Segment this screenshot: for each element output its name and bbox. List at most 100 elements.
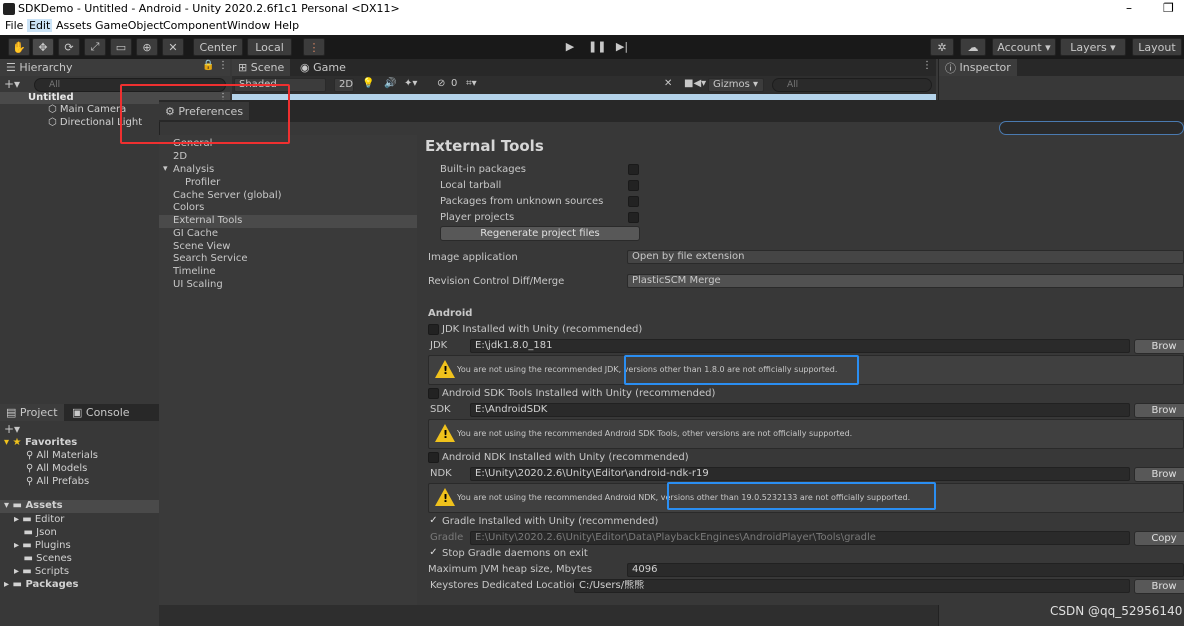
play-icon[interactable]: ▶ [562,40,578,54]
camera-icon[interactable]: ■◀▾ [684,78,706,89]
rotate-tool-icon[interactable]: ⟳ [58,38,80,56]
stop-gradle-label: Stop Gradle daemons on exit [442,548,588,559]
lock-icon[interactable]: 🔒 [202,60,214,71]
collab-icon[interactable]: ✲ [930,38,954,56]
nav-analysis[interactable]: Analysis [173,164,214,177]
tab-game[interactable]: ◉ Game [294,59,352,76]
packages-row[interactable]: ▸ ▬ Packages [4,579,78,592]
sdk-path-field[interactable]: E:\AndroidSDK [470,403,1130,417]
minimize-button[interactable]: – [1126,1,1132,15]
step-icon[interactable]: ▶| [614,40,630,54]
expand-arrow-icon[interactable]: ▾ [163,164,168,174]
tab-console[interactable]: ▣ Console [66,404,136,421]
asset-folder[interactable]: ▬ Json [14,527,57,540]
nav-ui-scaling[interactable]: UI Scaling [173,279,223,292]
account-dropdown[interactable]: Account ▾ [992,38,1056,56]
menu-assets[interactable]: Assets [54,19,94,32]
maximize-button[interactable]: ❐ [1163,1,1174,15]
hand-tool-icon[interactable]: ✋ [8,38,30,56]
menu-file[interactable]: File [3,19,25,32]
jdk-path-field[interactable]: E:\jdk1.8.0_181 [470,339,1130,353]
keystore-path-field[interactable]: C:/Users/熊熊 [574,579,1130,593]
mode-2d-button[interactable]: 2D [334,78,354,92]
nav-colors[interactable]: Colors [173,202,204,215]
gen-player-projects-checkbox[interactable] [628,212,639,223]
menu-window[interactable]: Window [225,19,272,32]
preferences-search-input[interactable] [999,121,1184,135]
nav-search-service[interactable]: Search Service [173,253,248,266]
menu-edit[interactable]: Edit [27,19,53,32]
create-asset-button[interactable]: +▾ [4,422,20,436]
favorite-item[interactable]: ⚲ All Materials [26,450,98,463]
nav-2d[interactable]: 2D [173,151,187,164]
jdk-installed-checkbox[interactable] [428,324,439,335]
favorite-item[interactable]: ⚲ All Prefabs [26,476,89,489]
hierarchy-tabbar: ☰ Hierarchy 🔒 ⋮ [0,59,230,76]
pause-icon[interactable]: ❚❚ [588,40,606,54]
stop-gradle-checkbox[interactable]: ✓ [428,548,439,559]
custom-tool-icon[interactable]: ✕ [162,38,184,56]
audio-icon[interactable]: 🔊 [384,78,396,89]
jvm-heap-field[interactable]: 4096 [627,563,1184,577]
revision-control-dropdown[interactable]: PlasticSCM Merge [627,274,1184,288]
lighting-icon[interactable]: 💡 [362,78,374,89]
pivot-local-button[interactable]: Local [247,38,292,56]
cloud-icon[interactable]: ☁ [960,38,986,56]
tab-scene[interactable]: ⊞ Scene [232,59,291,76]
gen-local-tarball-checkbox[interactable] [628,180,639,191]
scale-tool-icon[interactable]: ⤢ [84,38,106,56]
nav-profiler[interactable]: Profiler [185,177,220,190]
sdk-browse-button[interactable]: Brow [1134,403,1184,418]
add-object-button[interactable]: +▾ [4,77,20,91]
scene-more-icon[interactable]: ⋮ [922,60,932,71]
assets-header[interactable]: ▾ ▬ Assets [0,500,159,513]
nav-gi-cache[interactable]: GI Cache [173,228,218,241]
favorite-item[interactable]: ⚲ All Models [26,463,87,476]
ndk-browse-button[interactable]: Brow [1134,467,1184,482]
favorites-header[interactable]: ▾ ★ Favorites [4,437,77,450]
jdk-browse-button[interactable]: Brow [1134,339,1184,354]
scene-search-input[interactable]: All [772,78,932,92]
move-tool-icon[interactable]: ✥ [32,38,54,56]
gen-builtin-checkbox[interactable] [628,164,639,175]
menu-help[interactable]: Help [272,19,301,32]
gen-local-tarball-label: Local tarball [440,180,502,191]
tools-icon[interactable]: ✕ [664,78,672,89]
gen-unknown-sources-checkbox[interactable] [628,196,639,207]
gradle-copy-button[interactable]: Copy [1134,531,1184,546]
gizmos-dropdown[interactable]: Gizmos ▾ [708,78,764,92]
tab-project[interactable]: ▤ Project [0,404,64,421]
hierarchy-icon: ☰ [6,61,20,74]
nav-external-tools[interactable]: External Tools [173,215,242,228]
gradle-installed-label: Gradle Installed with Unity (recommended… [442,516,659,527]
grid-snap-icon[interactable]: ⋮ [303,38,325,56]
asset-folder[interactable]: ▸ ▬ Plugins [14,540,71,553]
effects-icon[interactable]: ✦▾ [404,78,417,89]
sdk-installed-checkbox[interactable] [428,388,439,399]
jdk-installed-label: JDK Installed with Unity (recommended) [442,324,643,335]
menu-gameobject[interactable]: GameObject [93,19,166,32]
gradle-installed-checkbox[interactable]: ✓ [428,516,439,527]
asset-folder[interactable]: ▬ Scenes [14,553,72,566]
pivot-center-button[interactable]: Center [193,38,243,56]
image-application-dropdown[interactable]: Open by file extension [627,250,1184,264]
asset-folder[interactable]: ▸ ▬ Editor [14,514,64,527]
regenerate-project-files-button[interactable]: Regenerate project files [440,226,640,241]
menu-component[interactable]: Component [161,19,229,32]
tab-hierarchy[interactable]: ☰ Hierarchy [0,59,230,76]
visibility-icon[interactable]: ⊘ [437,78,445,89]
tab-inspector[interactable]: ⓘ Inspector [939,59,1017,76]
ndk-path-field[interactable]: E:\Unity\2020.2.6\Unity\Editor\android-n… [470,467,1130,481]
rect-tool-icon[interactable]: ▭ [110,38,132,56]
hierarchy-item-main-camera[interactable]: ⬡ Main Camera [48,104,126,117]
game-icon: ◉ [300,61,314,74]
keystore-browse-button[interactable]: Brow [1134,579,1184,594]
layout-dropdown[interactable]: Layout [1132,38,1182,56]
asset-folder[interactable]: ▸ ▬ Scripts [14,566,69,579]
grid-icon[interactable]: ⌗▾ [466,78,477,89]
ndk-installed-checkbox[interactable] [428,452,439,463]
transform-tool-icon[interactable]: ⊕ [136,38,158,56]
nav-timeline[interactable]: Timeline [173,266,216,279]
layers-dropdown[interactable]: Layers ▾ [1060,38,1126,56]
more-icon[interactable]: ⋮ [218,60,228,71]
